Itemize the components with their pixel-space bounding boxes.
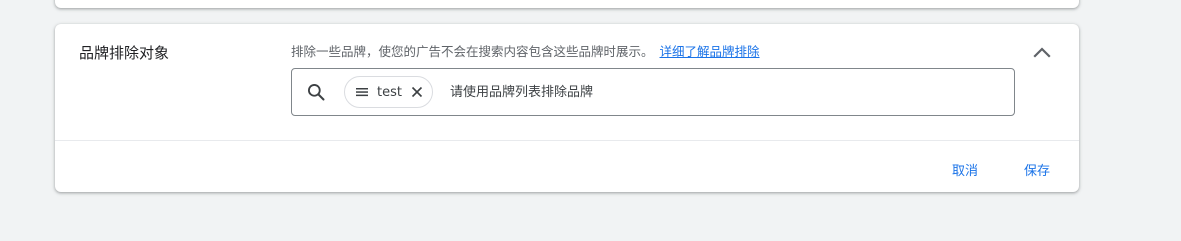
brand-list-search-input[interactable] <box>450 77 990 107</box>
brand-list-search-box[interactable]: test <box>291 68 1015 116</box>
footer-divider <box>55 140 1079 141</box>
close-icon[interactable] <box>410 85 424 99</box>
section-description: 排除一些品牌，使您的广告不会在搜索内容包含这些品牌时展示。 详细了解品牌排除 <box>291 41 760 60</box>
save-button[interactable]: 保存 <box>1024 160 1050 179</box>
previous-card-bottom <box>55 0 1079 8</box>
brand-list-chip[interactable]: test <box>344 76 433 108</box>
description-text: 排除一些品牌，使您的广告不会在搜索内容包含这些品牌时展示。 <box>291 44 654 59</box>
cancel-button[interactable]: 取消 <box>952 160 978 179</box>
chip-label: test <box>377 84 402 100</box>
collapse-button[interactable] <box>1030 40 1054 64</box>
brand-exclusion-card: 品牌排除对象 排除一些品牌，使您的广告不会在搜索内容包含这些品牌时展示。 详细了解… <box>55 24 1079 192</box>
learn-more-link[interactable]: 详细了解品牌排除 <box>660 44 760 59</box>
search-icon <box>308 84 325 101</box>
list-icon <box>355 85 369 99</box>
section-title: 品牌排除对象 <box>79 44 170 62</box>
chevron-up-icon <box>1033 47 1051 58</box>
